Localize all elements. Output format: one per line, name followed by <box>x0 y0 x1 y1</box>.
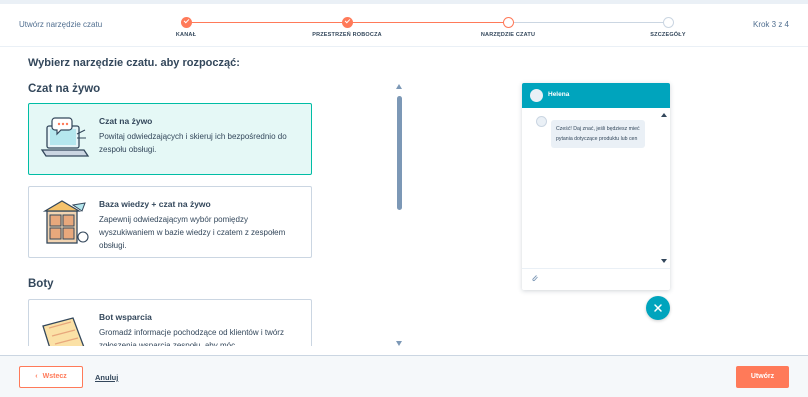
card-description: Zapewnij odwiedzającym wybór pomiędzy wy… <box>99 215 286 250</box>
scroll-down-icon[interactable] <box>396 341 402 346</box>
card-knowledge-base-live-chat[interactable]: Baza wiedzy + czat na żywo Zapewnij odwi… <box>28 186 312 258</box>
card-title: Czat na żywo <box>99 116 153 126</box>
scroll-thumb[interactable] <box>397 96 402 210</box>
card-title: Baza wiedzy + czat na żywo <box>99 199 211 209</box>
chat-tool-list: Czat na żywo Czat na żywo Powitaj odwied… <box>0 80 396 346</box>
step-label-kanal: KANAŁ <box>175 32 197 38</box>
agent-name: Helena <box>548 91 570 98</box>
preview-scroll-down-icon <box>661 259 667 263</box>
section-title-bots: Boty <box>28 278 54 290</box>
card-live-chat[interactable]: Czat na żywo Powitaj odwiedzających i sk… <box>28 103 312 175</box>
card-support-bot[interactable]: Bot wsparcia Gromadź informacje pochodzą… <box>28 299 312 346</box>
step-label-przestrzen: PRZESTRZEŃ ROBOCZA <box>312 32 382 38</box>
message-avatar <box>536 116 547 127</box>
wizard-title: Utwórz narzędzie czatu <box>19 20 103 29</box>
create-button[interactable]: Utwórz <box>736 366 789 388</box>
step-counter: Krok 3 z 4 <box>752 20 789 29</box>
chevron-left-icon: ‹ <box>35 373 38 380</box>
cancel-link[interactable]: Anuluj <box>95 373 118 382</box>
knowledge-base-icon <box>42 200 89 244</box>
card-description: Gromadź informacje pochodzące od klientó… <box>99 328 284 346</box>
card-title: Bot wsparcia <box>99 312 152 322</box>
step-label-szczegoly: SZCZEGÓŁY <box>650 32 686 38</box>
step-connector <box>347 22 508 23</box>
wizard-footer: ‹ Wstecz Anuluj Utwórz <box>0 355 808 397</box>
laptop-chat-icon <box>40 117 90 157</box>
progress-stepper: KANAŁ PRZESTRZEŃ ROBOCZA NARZĘDZIE CZATU… <box>176 17 686 47</box>
list-scrollbar[interactable] <box>395 84 405 346</box>
step-4-pending-icon <box>662 17 674 28</box>
wizard-header: Utwórz narzędzie czatu KANAŁ PRZESTRZEŃ … <box>0 4 808 47</box>
step-2-check-icon <box>341 17 353 28</box>
step-connector <box>508 22 668 23</box>
preview-scroll-up-icon <box>661 113 667 117</box>
step-1-check-icon <box>180 17 192 28</box>
section-title-live-chat: Czat na żywo <box>28 83 101 95</box>
step-3-current-icon <box>502 17 514 28</box>
step-label-narzedzie: NARZĘDZIE CZATU <box>480 32 536 38</box>
agent-avatar <box>530 89 543 102</box>
preview-header: Helena <box>522 83 670 108</box>
back-button[interactable]: ‹ Wstecz <box>19 366 83 388</box>
chat-widget-preview: Helena Cześć! Daj znać, jeśli będziesz m… <box>522 83 670 290</box>
scroll-up-icon[interactable] <box>396 84 402 89</box>
step-connector <box>186 22 347 23</box>
welcome-message: Cześć! Daj znać, jeśli będziesz mieć pyt… <box>551 120 645 148</box>
close-chat-icon <box>646 296 670 320</box>
ticket-icon <box>42 317 85 346</box>
page-heading: Wybierz narzędzie czatu. aby rozpocząć: <box>28 57 240 69</box>
preview-divider <box>522 268 670 269</box>
card-description: Powitaj odwiedzających i skieruj ich bez… <box>99 132 287 154</box>
attachment-icon <box>532 275 538 282</box>
back-button-label: Wstecz <box>42 373 67 380</box>
